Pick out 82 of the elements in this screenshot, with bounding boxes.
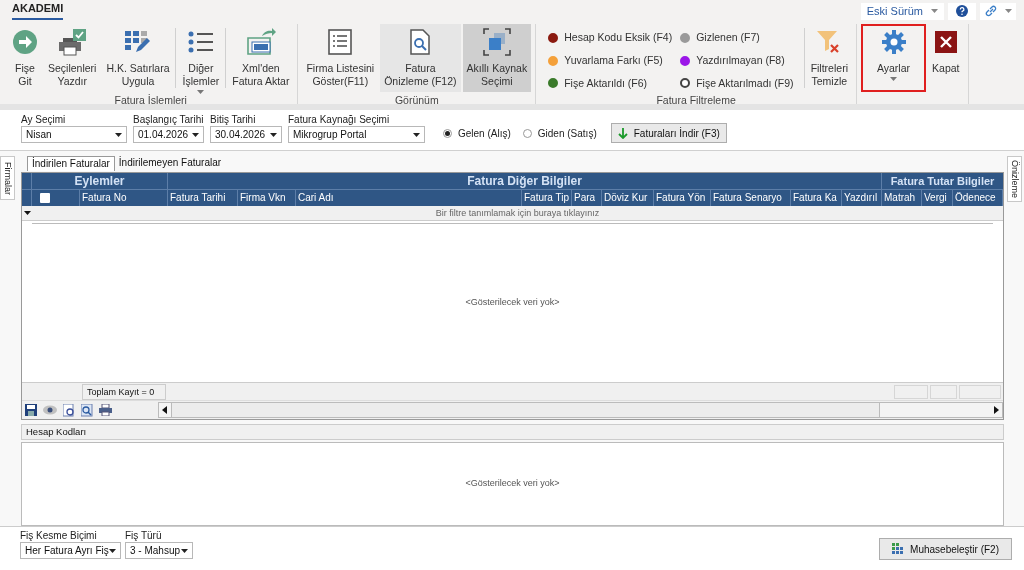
total-count: Toplam Kayıt = 0 [82, 383, 166, 400]
grid-tab[interactable]: İndirilen Faturalar [27, 156, 115, 171]
ribbon-tab[interactable]: AKADEMI [12, 0, 64, 20]
field-label: Fatura Kaynağı Seçimi [288, 113, 391, 126]
xml-import-icon [245, 28, 276, 56]
group-label: Görünüm [393, 93, 440, 107]
group-header: Fatura Diğer Bilgiler [168, 173, 882, 189]
version-dropdown[interactable]: Eski Sürüm [860, 2, 944, 20]
group-label: Fatura Filtreleme [655, 93, 737, 107]
caret-icon [23, 211, 31, 215]
caret-icon [270, 132, 277, 137]
field-label: Başlangıç Tarihi [133, 113, 204, 126]
printer-icon [57, 28, 88, 56]
filter-legend-label[interactable]: Fişe Aktarılmadı (F9) [696, 75, 794, 92]
horizontal-scrollbar[interactable] [158, 402, 1003, 419]
arrow-circle-icon [12, 29, 38, 55]
ribbon-button[interactable]: Xml'den Fatura Aktar [228, 24, 294, 92]
eye-icon[interactable] [43, 405, 57, 416]
group-label: Fatura İşlemleri [113, 93, 188, 107]
dropdown-field[interactable]: Her Fatura Ayrı Fiş [20, 542, 121, 559]
ribbon-button[interactable]: H.K. Satırlara Uygula [102, 24, 174, 92]
selection-icon [482, 28, 511, 56]
side-tab[interactable]: Firmalar [0, 156, 15, 200]
grid-icon [892, 543, 905, 555]
caret-icon [109, 548, 116, 553]
radio-label[interactable]: Giden (Satış) [537, 125, 597, 141]
ribbon-button[interactable]: Ayarlar [860, 24, 927, 92]
field-label: Fiş Türü [125, 529, 163, 542]
document-search-icon [409, 29, 432, 55]
ribbon-button[interactable]: Firma Listesini Göster(F11) [302, 24, 379, 92]
filter-legend-label[interactable]: Fişe Aktarıldı (F6) [564, 75, 648, 92]
ribbon-button[interactable]: Filtreleri Temizle [806, 24, 852, 92]
group-header: Eylemler [32, 173, 168, 189]
dropdown-field[interactable]: Nisan [21, 126, 127, 143]
field-label: Ay Seçimi [21, 113, 67, 126]
post-button[interactable]: Muhasebeleştir (F2) [879, 538, 1012, 560]
link-dropdown[interactable] [980, 2, 1016, 20]
caret-icon [192, 132, 199, 137]
empty-message: <Gösterilecek veri yok> [465, 296, 560, 310]
filter-legend-label[interactable]: Yuvarlama Farkı (F5) [564, 52, 663, 69]
list-icon [187, 31, 214, 53]
document-list-icon [328, 29, 353, 55]
caret-icon [115, 132, 122, 137]
zoom-icon[interactable] [81, 403, 93, 417]
help-icon[interactable] [956, 5, 968, 17]
print-icon[interactable] [99, 404, 112, 417]
close-icon [934, 31, 957, 53]
dropdown-field[interactable]: 01.04.2026 [133, 126, 204, 143]
field-label: Bitiş Tarihi [210, 113, 257, 126]
group-header: Fatura Tutar Bilgiler [889, 174, 996, 189]
ribbon-button[interactable]: Fişe Git [8, 24, 42, 92]
download-button[interactable]: Faturaları İndir (F3) [610, 123, 727, 143]
ribbon-button[interactable]: Fatura Önizleme (F12) [380, 24, 461, 92]
checkbox[interactable] [40, 193, 50, 203]
table-edit-icon [123, 29, 152, 55]
link-icon [984, 5, 997, 17]
ribbon-button[interactable]: Akıllı Kaynak Seçimi [462, 24, 532, 92]
caret-icon [181, 548, 188, 553]
caret-icon [413, 132, 420, 137]
filter-legend-label[interactable]: Yazdırılmayan (F8) [696, 52, 785, 69]
caret-icon [931, 9, 938, 13]
grid-tab[interactable]: İndirilemeyen Faturalar [114, 156, 226, 171]
ribbon-button[interactable]: Seçilenleri Yazdır [44, 24, 101, 92]
arrow-down-icon [617, 127, 628, 139]
save-icon[interactable] [25, 404, 37, 417]
dropdown-field[interactable]: 3 - Mahsup [125, 542, 193, 559]
ribbon-button[interactable]: Diğer İşlemler [178, 24, 224, 92]
filter-legend-label[interactable]: Hesap Kodu Eksik (F4) [564, 30, 673, 46]
empty-message: <Gösterilecek veri yok> [465, 477, 560, 491]
settings-icon [880, 29, 907, 55]
dropdown-field[interactable]: 30.04.2026 [210, 126, 282, 143]
filter-legend-label[interactable]: Gizlenen (F7) [696, 30, 760, 46]
dropdown-field[interactable]: Mikrogrup Portal [288, 126, 425, 143]
field-label: Fiş Kesme Biçimi [20, 529, 98, 542]
document-search-icon[interactable] [63, 403, 75, 417]
side-tab[interactable]: Önizleme [1007, 156, 1022, 202]
radio-button[interactable] [443, 128, 452, 138]
caret-icon [1004, 9, 1012, 13]
radio-label[interactable]: Gelen (Alış) [458, 125, 511, 141]
panel-title: Hesap Kodları [26, 425, 87, 440]
radio-button[interactable] [522, 128, 532, 138]
close-button[interactable]: Kapat [928, 24, 964, 92]
